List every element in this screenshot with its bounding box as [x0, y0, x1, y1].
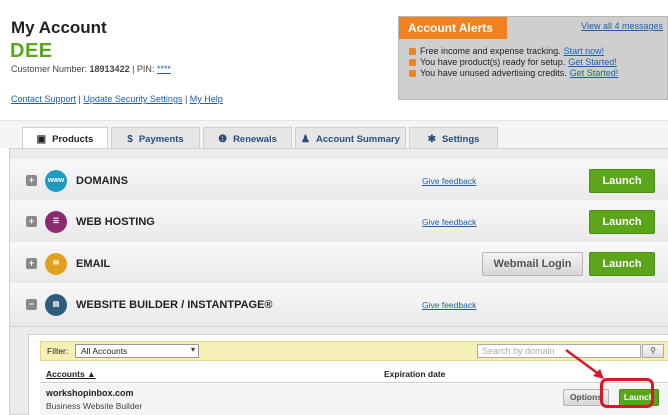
account-domain: workshopinbox.com [46, 388, 134, 398]
alert-link[interactable]: Start now! [564, 46, 605, 56]
alert-item: Free income and expense tracking. Start n… [409, 46, 604, 56]
product-row-domains: + www DOMAINS Give feedback Launch [10, 159, 668, 203]
alert-item: You have unused advertising credits. Get … [409, 68, 618, 78]
product-name: EMAIL [76, 258, 111, 270]
customer-info: Customer Number: 18913422 | PIN: **** [11, 64, 171, 74]
launch-button[interactable]: Launch [589, 210, 655, 234]
table-row: workshopinbox.com Business Website Build… [40, 384, 668, 415]
expand-icon[interactable]: + [26, 258, 37, 269]
email-icon: ✉ [45, 253, 67, 275]
give-feedback-link[interactable]: Give feedback [422, 217, 476, 227]
product-row-website-builder: − ▤ WEBSITE BUILDER / INSTANTPAGE® Give … [10, 283, 668, 327]
product-name: DOMAINS [76, 175, 128, 187]
expand-icon[interactable]: + [26, 216, 37, 227]
account-links: Contact Support | Update Security Settin… [11, 94, 223, 104]
tab-label: Account Summary [316, 134, 400, 145]
give-feedback-link[interactable]: Give feedback [422, 300, 476, 310]
person-icon: ♟ [301, 134, 311, 145]
tab-bar: ▣ Products $ Payments ❶ Renewals ♟ Account S… [0, 120, 668, 152]
product-name: WEB HOSTING [76, 216, 155, 228]
collapse-icon[interactable]: − [26, 299, 37, 310]
give-feedback-link[interactable]: Give feedback [422, 176, 476, 186]
alert-link[interactable]: Get Started! [570, 68, 619, 78]
my-help-link[interactable]: My Help [190, 94, 223, 104]
alert-bullet-icon [409, 59, 416, 66]
expand-icon[interactable]: + [26, 175, 37, 186]
tab-label: Products [52, 134, 94, 145]
customer-number-label: Customer Number: [11, 64, 90, 74]
filter-select[interactable]: All Accounts ▾ [75, 344, 199, 358]
account-type: Business Website Builder [46, 401, 143, 411]
security-settings-link[interactable]: Update Security Settings [83, 94, 182, 104]
pin-label: | PIN: [129, 64, 157, 74]
account-alerts-panel: Account Alerts View all 4 messages Free … [398, 16, 668, 100]
alert-icon: ❶ [218, 134, 228, 145]
website-builder-icon: ▤ [45, 294, 67, 316]
hosting-icon: ☰ [45, 211, 67, 233]
filter-label: Filter: [47, 346, 69, 356]
account-alerts-title: Account Alerts [399, 17, 507, 39]
gear-icon: ✱ [427, 134, 436, 145]
product-row-web-hosting: + ☰ WEB HOSTING Give feedback Launch [10, 200, 668, 244]
link-separator: | [182, 94, 190, 104]
domains-icon: www [45, 170, 67, 192]
tab-label: Settings [441, 134, 480, 145]
annotation-arrow-icon [565, 348, 604, 379]
tab-label: Renewals [233, 134, 277, 145]
alert-text: You have unused advertising credits. [420, 68, 567, 78]
contact-support-link[interactable]: Contact Support [11, 94, 76, 104]
alert-bullet-icon [409, 48, 416, 55]
alert-item: You have product(s) ready for setup. Get … [409, 57, 617, 67]
alert-text: Free income and expense tracking. [420, 46, 561, 56]
pin-link[interactable]: **** [157, 64, 171, 74]
webmail-login-button[interactable]: Webmail Login [482, 252, 583, 276]
alert-bullet-icon [409, 70, 416, 77]
search-input[interactable]: Search by domain [477, 344, 641, 358]
column-header-expiration: Expiration date [384, 369, 446, 379]
account-header: My Account DEE Customer Number: 18913422… [0, 0, 668, 120]
dollar-icon: $ [127, 134, 133, 145]
box-icon: ▣ [36, 134, 47, 145]
account-name: DEE [10, 40, 53, 62]
launch-button[interactable]: Launch [589, 169, 655, 193]
tab-label: Payments [138, 134, 184, 145]
search-icon[interactable]: ⚲ [642, 344, 664, 358]
view-all-messages-link[interactable]: View all 4 messages [581, 21, 663, 31]
alert-link[interactable]: Get Started! [568, 57, 617, 67]
product-name: WEBSITE BUILDER / INSTANTPAGE® [76, 299, 273, 311]
filter-value: All Accounts [81, 346, 128, 356]
launch-button[interactable]: Launch [589, 252, 655, 276]
page-title: My Account [11, 18, 107, 37]
customer-number: 18913422 [89, 64, 130, 74]
launch-highlight-box [600, 378, 654, 408]
column-header-accounts[interactable]: Accounts ▲ [46, 369, 96, 379]
alert-text: You have product(s) ready for setup. [420, 57, 566, 67]
product-row-email: + ✉ EMAIL Webmail Login Launch [10, 242, 668, 286]
chevron-down-icon: ▾ [190, 345, 195, 354]
